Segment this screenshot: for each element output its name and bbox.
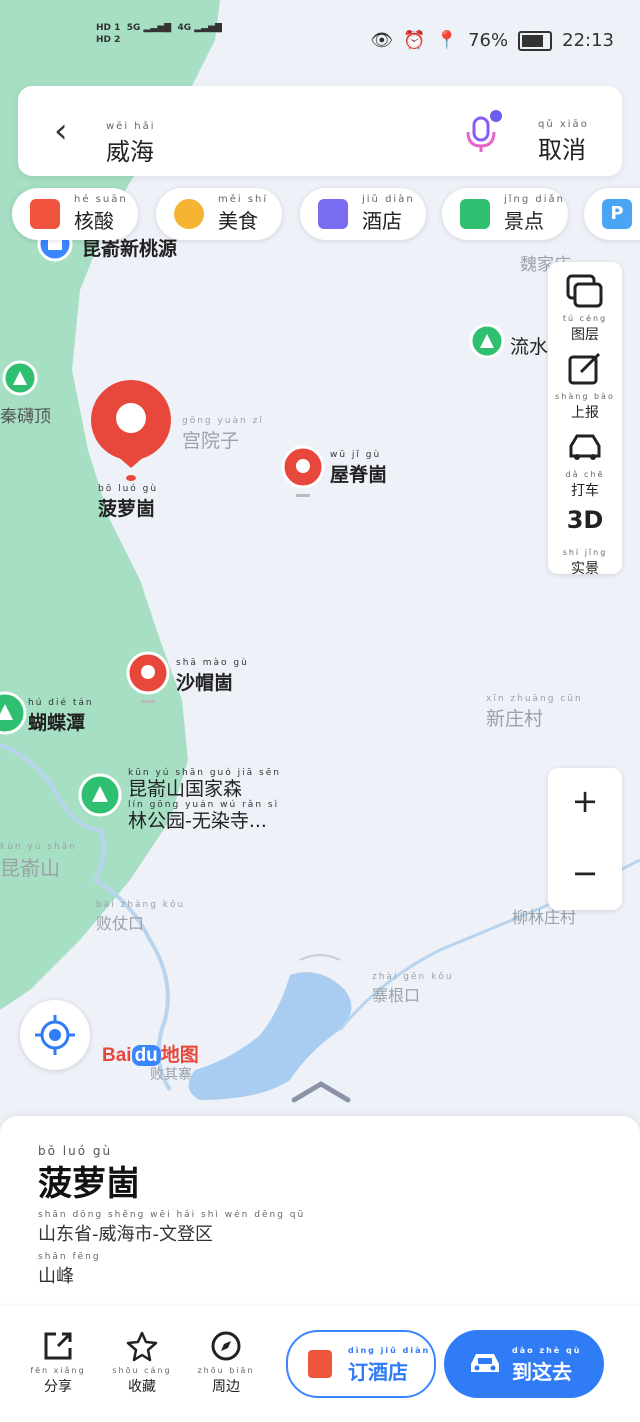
parking-icon: P xyxy=(602,199,632,229)
sim2-label: HD 2 xyxy=(96,35,121,45)
layers-icon xyxy=(566,274,603,308)
category-chips: hé suān 核酸 měi shí 美食 jiǔ diàn 酒店 jǐng diǎn… xyxy=(12,188,640,242)
layers-button[interactable]: tú céng 图层 xyxy=(548,262,622,343)
book-hotel-button[interactable]: dìng jiǔ diàn 订酒店 xyxy=(286,1330,436,1398)
baidu-map-logo: Bai du 地图 xyxy=(102,1045,199,1066)
signal-indicators: HD 1 5G ▂▃▅▇ 4G ▂▃▅▇ HD 2 xyxy=(96,23,222,45)
label-kunyu-park[interactable]: kūn yú shān guó jiā sēn 昆嵛山国家森 lín gōng y… xyxy=(128,768,281,832)
label-shamao-gu[interactable]: shā mào gù 沙帽崮 xyxy=(176,658,249,695)
status-bar: HD 1 5G ▂▃▅▇ 4G ▂▃▅▇ HD 2 👁 ⏰ 📍 76% 22:1… xyxy=(0,0,640,84)
taxi-icon xyxy=(569,434,601,460)
back-arrow-icon[interactable]: ‹ xyxy=(54,112,68,150)
place-address: shān dōng shěng wēi hǎi shì wén dēng qū … xyxy=(38,1210,306,1245)
locate-me-button[interactable] xyxy=(20,1000,90,1070)
3d-icon: 3D xyxy=(566,506,604,534)
nearby-button[interactable]: zhōu biān 周边 xyxy=(196,1330,256,1396)
place-title: bō luó gù 菠萝崮 xyxy=(38,1144,140,1204)
label-liushui[interactable]: 流水 xyxy=(510,332,548,359)
location-icon: 📍 xyxy=(435,30,459,51)
go-here-button[interactable]: dào zhè qù 到这去 xyxy=(444,1330,604,1398)
report-button[interactable]: shàng bào 上报 xyxy=(548,340,622,421)
hotel-icon xyxy=(318,199,348,229)
place-type: shān fēng 山峰 xyxy=(38,1252,101,1287)
chip-hotel[interactable]: jiǔ diàn 酒店 xyxy=(300,188,426,240)
label-boluo-ding[interactable]: bō luó gù 菠萝崮 xyxy=(98,484,158,521)
3d-realview-button[interactable]: 3D shí jǐng 实景 xyxy=(548,496,622,577)
bottom-action-bar: fēn xiǎng 分享 shōu cáng 收藏 zhōu biān 周边 dìng… xyxy=(0,1306,640,1422)
chip-parking[interactable]: P xyxy=(584,188,640,240)
label-wuji-gu[interactable]: wū jǐ gù 屋脊崮 xyxy=(330,450,387,487)
alarm-icon: ⏰ xyxy=(403,30,426,51)
compass-icon xyxy=(211,1331,241,1361)
car-icon xyxy=(471,1354,499,1372)
share-button[interactable]: fēn xiǎng 分享 xyxy=(28,1330,88,1396)
share-icon xyxy=(44,1332,72,1360)
eye-icon: 👁 xyxy=(370,30,394,51)
report-icon xyxy=(568,352,601,385)
battery-percent: 76% xyxy=(468,30,509,51)
label-baiqiqi: 败其寨 xyxy=(150,1067,192,1083)
battery-icon xyxy=(518,30,553,51)
label-gongyuanzi: gōng yuàn zǐ 宫院子 xyxy=(182,416,264,452)
chip-food[interactable]: měi shí 美食 xyxy=(156,188,282,240)
zoom-control: + − xyxy=(548,768,622,910)
network-5g: 5G xyxy=(126,23,141,33)
pin-liushui[interactable] xyxy=(469,323,505,359)
favorite-button[interactable]: shōu cáng 收藏 xyxy=(112,1330,172,1396)
label-hudie-tan[interactable]: hú dié tán 蝴蝶潭 xyxy=(28,698,94,735)
label-xinzhuang: xīn zhuāng cūn 新庄村 xyxy=(486,694,583,730)
pin-hudie[interactable] xyxy=(0,691,27,735)
hotel-coupon-icon xyxy=(308,1350,332,1378)
pin-kunyu-park[interactable] xyxy=(78,773,122,817)
expand-chevron-icon[interactable] xyxy=(290,1080,352,1104)
zoom-out-button[interactable]: − xyxy=(548,854,622,892)
voice-mic-icon[interactable] xyxy=(462,110,502,154)
food-icon xyxy=(174,199,204,229)
search-query[interactable]: wēi hǎi 威海 xyxy=(106,122,156,167)
label-baizhangkou: bài zhàng kǒu 败仗口 xyxy=(96,900,186,933)
star-icon xyxy=(126,1331,158,1362)
search-bar[interactable]: ‹ wēi hǎi 威海 qǔ xiāo 取消 xyxy=(18,86,622,176)
label-zhaigenkou: zhài gēn kǒu 寨根口 xyxy=(372,972,454,1005)
taxi-button[interactable]: dǎ chē 打车 xyxy=(548,418,622,499)
pin-qinbei[interactable] xyxy=(2,360,38,396)
sim1-label: HD 1 xyxy=(96,23,121,33)
chip-nucleic-test[interactable]: hé suān 核酸 xyxy=(12,188,138,240)
cancel-button[interactable]: qǔ xiāo 取消 xyxy=(538,120,589,165)
scenic-icon xyxy=(460,199,490,229)
crosshair-icon xyxy=(35,1015,75,1055)
clock-time: 22:13 xyxy=(562,30,614,51)
map-tools-panel: tú céng 图层 shàng bào 上报 dǎ chē 打车 3D shí jǐ… xyxy=(548,262,622,577)
chip-scenic[interactable]: jǐng diǎn 景点 xyxy=(442,188,568,240)
label-kunyu-shan: kūn yú shān 昆嵛山 xyxy=(0,842,77,880)
zoom-in-button[interactable]: + xyxy=(548,782,622,820)
network-4g: 4G xyxy=(177,23,192,33)
test-tube-icon xyxy=(30,199,60,229)
label-qinbei-ding: 秦礴顶 xyxy=(0,407,51,427)
